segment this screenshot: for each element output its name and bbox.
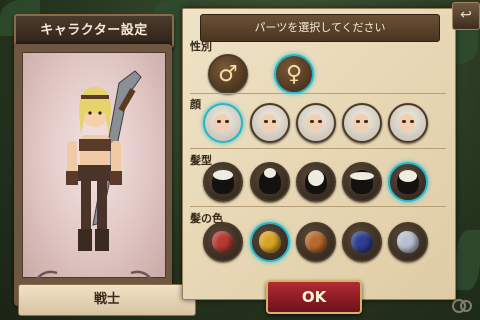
color-swatch [397, 231, 419, 253]
hair-color-option-2[interactable] [250, 222, 290, 262]
color-swatch [305, 231, 327, 253]
gender-option-male[interactable]: ♂ [208, 54, 248, 94]
color-swatch [351, 231, 373, 253]
male-symbol-icon: ♂ [218, 61, 238, 87]
face-option-3[interactable] [296, 103, 336, 143]
hair-color-option-5[interactable] [388, 222, 428, 262]
hairstyle-option-5[interactable] [388, 162, 428, 202]
character-preview[interactable] [22, 52, 166, 285]
instruction-banner: パーツを選択してください [200, 14, 440, 42]
hair-color-option-1[interactable] [203, 222, 243, 262]
face-option-1[interactable] [203, 103, 243, 143]
color-swatch [212, 231, 234, 253]
hairstyle-option-1[interactable] [203, 162, 243, 202]
section-label-face: 顔 [190, 98, 201, 111]
face-option-5[interactable] [388, 103, 428, 143]
hairstyle-option-4[interactable] [342, 162, 382, 202]
back-arrow-icon: ↩ [460, 7, 472, 23]
screen-title: キャラクター設定 [14, 14, 174, 48]
character-frame [14, 44, 172, 306]
hair-color-option-4[interactable] [342, 222, 382, 262]
section-divider [190, 93, 446, 94]
section-divider [190, 206, 446, 207]
female-symbol-icon: ♀ [285, 61, 303, 87]
gender-option-female[interactable]: ♀ [274, 54, 314, 94]
character-model [66, 70, 142, 251]
color-swatch [259, 231, 281, 253]
section-divider [190, 148, 446, 149]
class-name-plate: 戦士 [18, 284, 196, 316]
ok-button[interactable]: OK [266, 280, 362, 314]
watermark-logo-icon [452, 299, 472, 313]
hairstyle-option-3[interactable] [296, 162, 336, 202]
hairstyle-option-2[interactable] [250, 162, 290, 202]
section-label-hairstyle: 髪型 [190, 154, 212, 167]
face-option-2[interactable] [250, 103, 290, 143]
leaf-decoration [456, 230, 480, 290]
back-button[interactable]: ↩ [452, 2, 480, 30]
face-option-4[interactable] [342, 103, 382, 143]
hair-color-option-3[interactable] [296, 222, 336, 262]
section-label-gender: 性別 [190, 40, 212, 53]
